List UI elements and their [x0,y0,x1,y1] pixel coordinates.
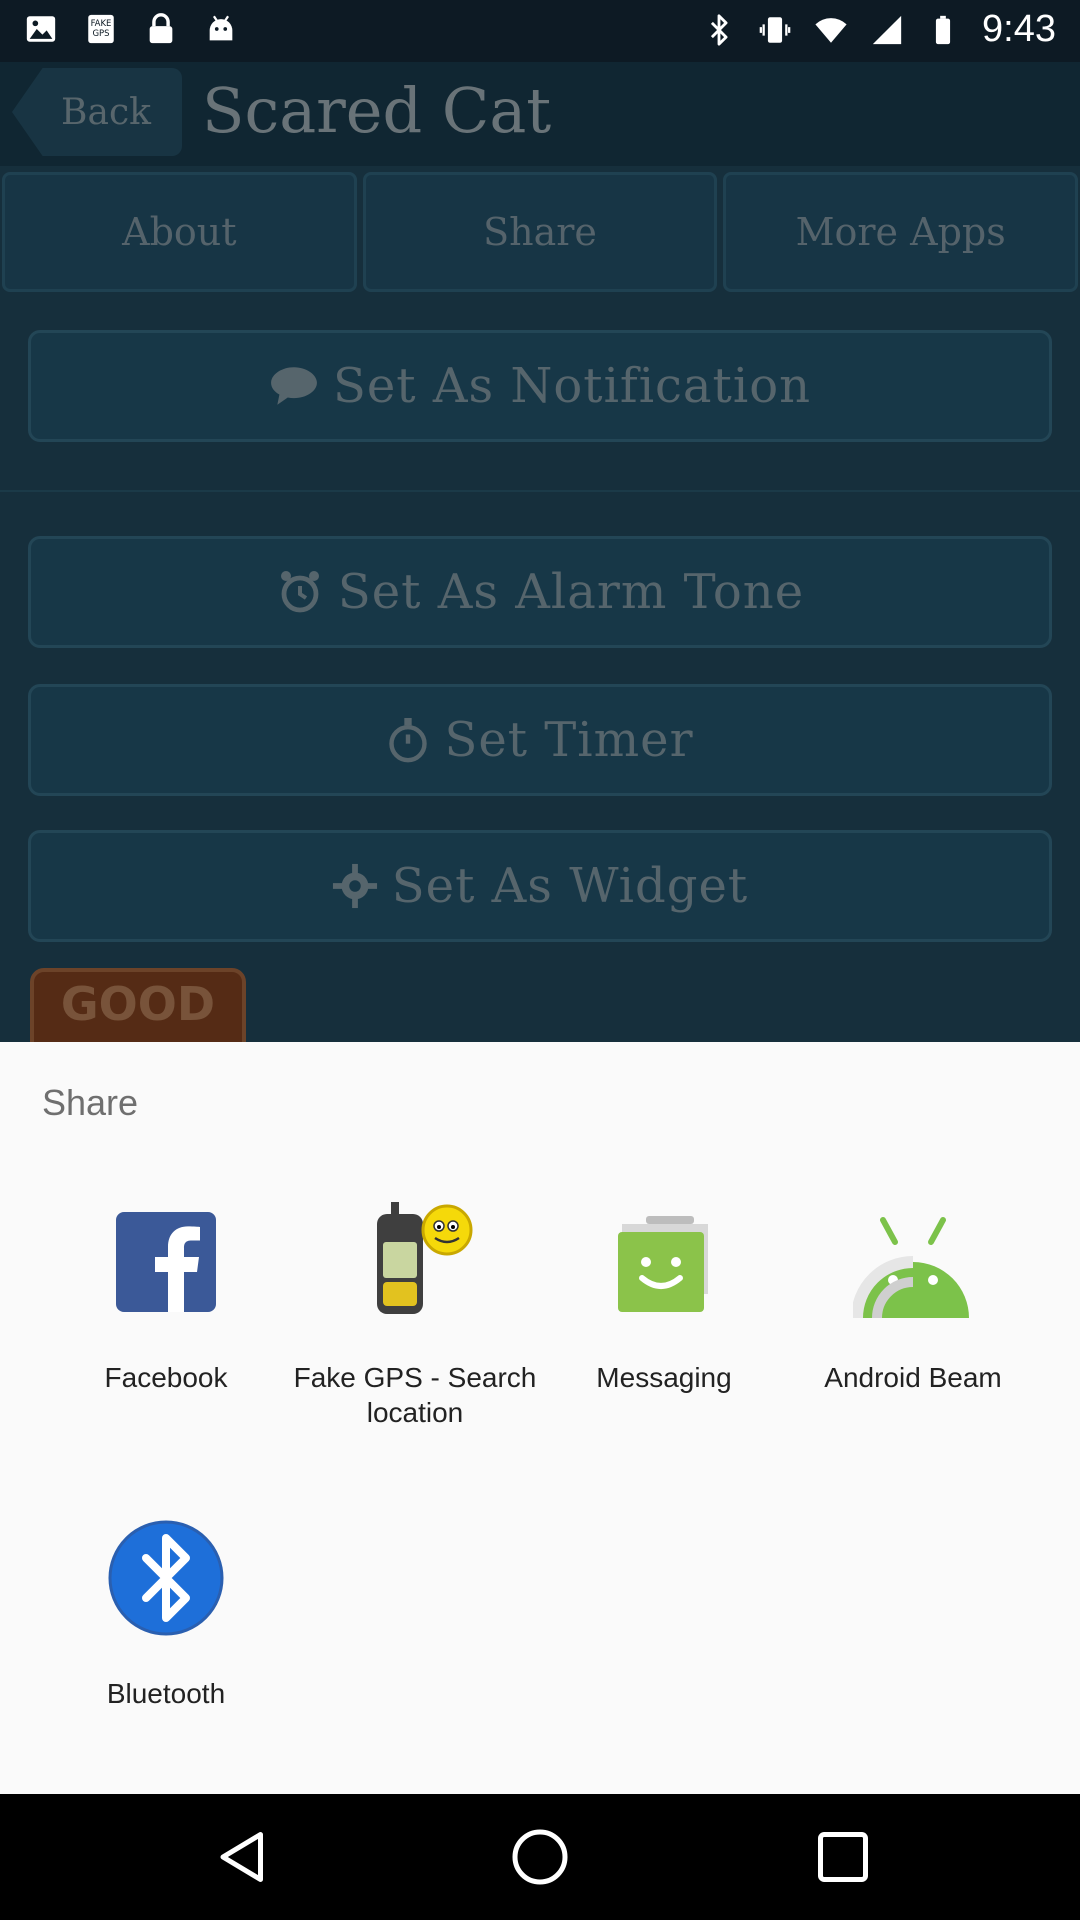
share-target-messaging[interactable]: Messaging [539,1202,789,1395]
share-target-bluetooth[interactable]: Bluetooth [41,1518,291,1711]
vibrate-icon [759,16,791,43]
share-target-android-beam[interactable]: Android Beam [788,1202,1038,1395]
status-bar: FAKE GPS 9:43 [0,0,1080,62]
dim-overlay[interactable] [0,62,1080,1042]
messaging-icon [618,1216,708,1312]
signal-icon [872,15,902,44]
share-target-label: Bluetooth [106,1678,226,1709]
wifi-icon [815,17,847,43]
svg-text:GPS: GPS [92,29,109,39]
bluetooth-share-icon [108,1520,224,1636]
android-beam-icon [853,1217,969,1319]
share-target-label: Facebook [104,1362,228,1393]
share-target-label: Messaging [596,1362,732,1393]
battery-icon [935,15,951,44]
share-target-fake-gps[interactable]: Fake GPS - Search location [290,1202,540,1430]
fake-gps-app-icon [377,1202,473,1314]
photo-icon [26,16,56,42]
bluetooth-icon [710,13,728,46]
svg-text:FAKE: FAKE [91,19,112,29]
share-target-facebook[interactable]: Facebook [41,1202,291,1395]
navigation-bar [0,1794,1080,1920]
clock: 9:43 [982,8,1056,50]
fake-gps-icon: FAKE GPS [88,14,114,44]
facebook-icon [116,1212,216,1312]
android-icon [209,15,233,41]
share-target-label: Android Beam [824,1362,1002,1393]
share-sheet-title: Share [42,1082,139,1123]
lock-icon [149,13,173,44]
recents-nav-icon[interactable] [813,1827,873,1887]
back-nav-icon[interactable] [213,1827,273,1887]
share-sheet: Share Facebook Fake GPS - Search locatio… [0,1042,1080,1794]
share-target-label: Fake GPS - Search location [293,1362,537,1428]
home-nav-icon[interactable] [510,1827,570,1887]
